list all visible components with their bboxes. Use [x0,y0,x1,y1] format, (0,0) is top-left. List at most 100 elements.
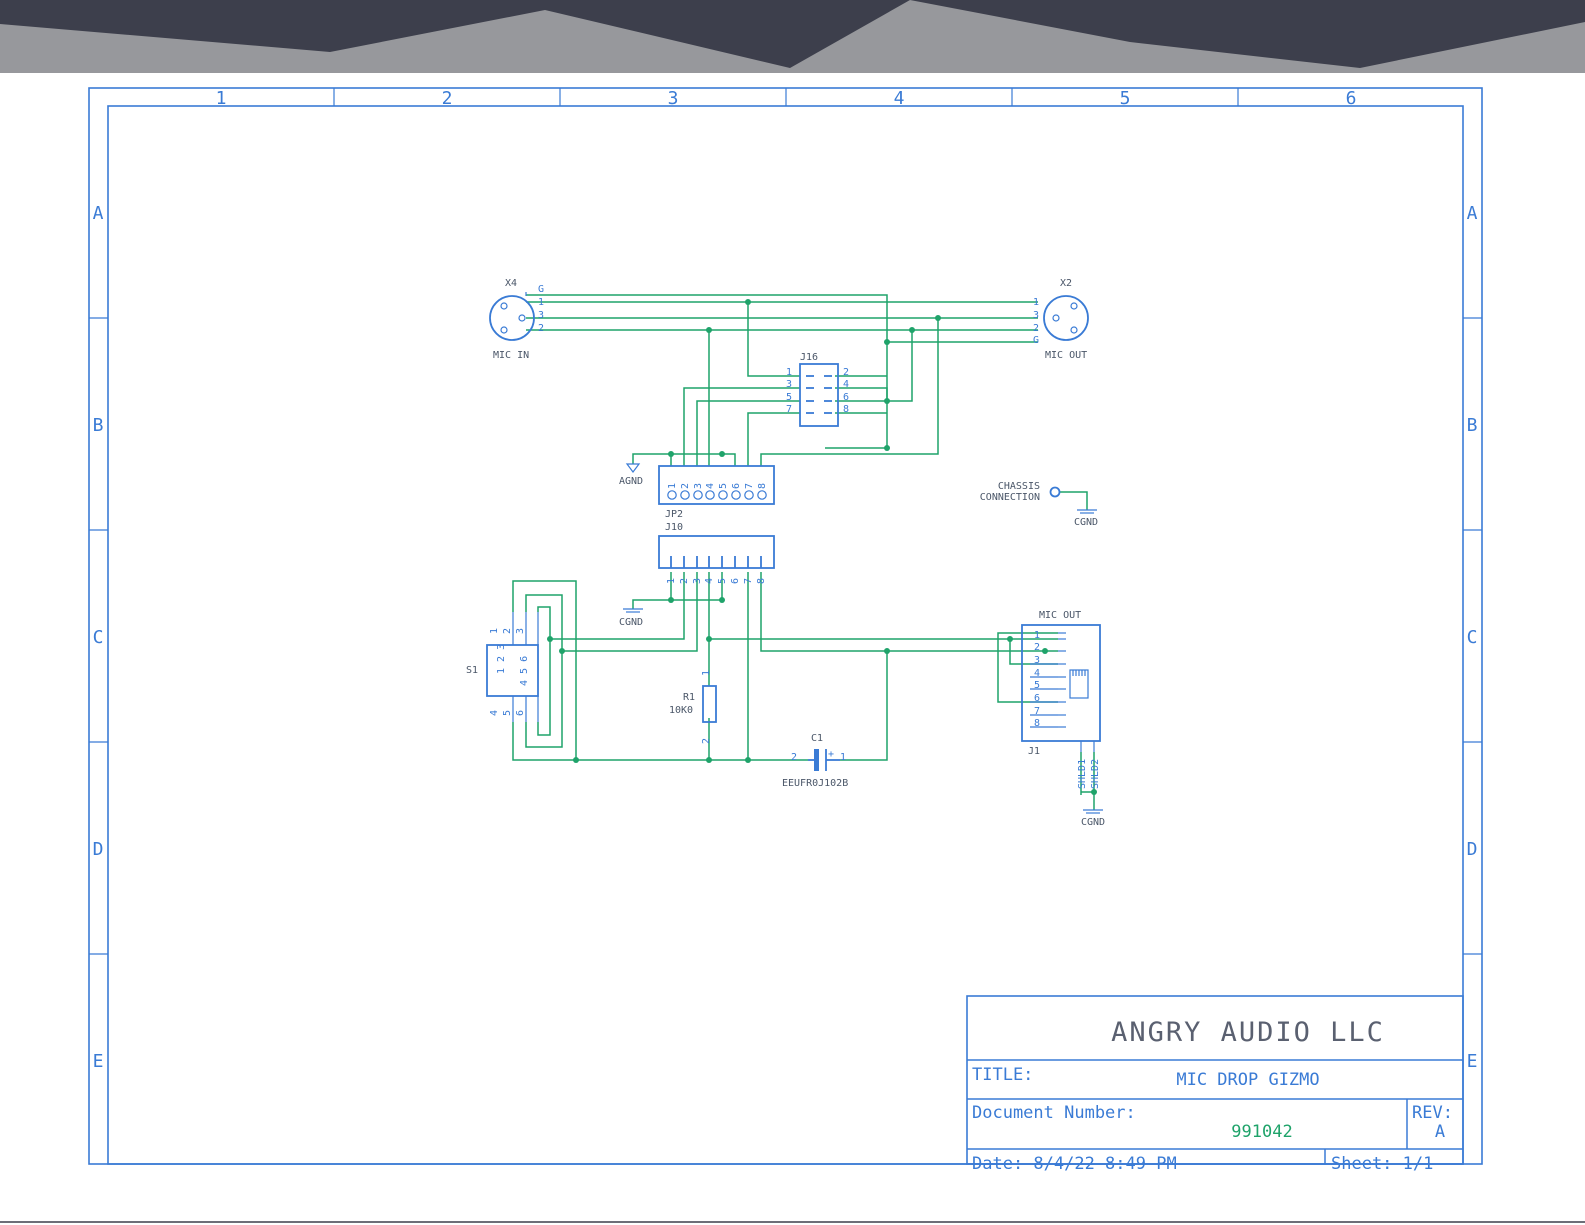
wires [512,294,1095,810]
s1-body-top: 1 2 3 [496,644,507,674]
row-label-d-right: D [1467,839,1478,860]
x4-pin-g: G [538,284,544,295]
j1-shield-1: SHLD1 [1077,759,1088,789]
column-label-5: 5 [1120,88,1131,109]
cgnd-label-j10: CGND [619,617,643,628]
j10-pin-3: 3 [692,578,703,584]
jp2-pin-8: 8 [757,483,768,489]
s1-pin-1: 1 [489,628,500,634]
j16-pin-5: 5 [786,392,792,403]
j1-name: MIC OUT [1039,610,1081,621]
c1-pin-2: 2 [791,752,797,763]
j1-pin-6: 6 [1034,693,1040,704]
jp2-pin-1: 1 [667,483,678,489]
row-label-c-right: C [1467,627,1478,648]
frame-row-labels: A B C D E A B C D E [93,203,1478,1072]
chassis-line2: CONNECTION [980,492,1040,503]
header-j16: J16 1 3 5 7 2 4 6 8 [786,352,849,427]
j16-pin-1: 1 [786,367,792,378]
j10-pin-6: 6 [730,578,741,584]
r1-pin-2: 2 [701,738,712,744]
title-value: MIC DROP GIZMO [1176,1070,1319,1090]
switch-s1: S1 1 2 3 1 2 3 4 5 6 4 5 6 [466,612,539,722]
title-label: TITLE: [972,1065,1033,1085]
x2-ref: X2 [1060,278,1072,289]
row-label-a-left: A [93,203,104,224]
j1-pin-2: 2 [1034,642,1040,653]
document-number-value: 991042 [1231,1122,1292,1142]
j10-pin-8: 8 [756,578,767,584]
row-label-e-right: E [1467,1051,1478,1072]
row-label-b-right: B [1467,415,1478,436]
sheet-text: Sheet: 1/1 [1331,1154,1433,1174]
agnd-label: AGND [619,476,643,487]
x2-pin-3: 3 [1033,310,1039,321]
j1-pin-4: 4 [1034,668,1040,679]
s1-pin-6: 6 [515,710,526,716]
row-label-e-left: E [93,1051,104,1072]
column-label-6: 6 [1346,88,1357,109]
j16-pin-8: 8 [843,404,849,415]
j10-pin-2: 2 [679,578,690,584]
j1-pin-1: 1 [1034,630,1040,641]
jp2-ref: JP2 [665,509,683,520]
header-jp2: 1 2 3 4 5 6 7 8 JP2 [658,465,775,520]
revision-label: REV: [1412,1103,1453,1123]
company-name: ANGRY AUDIO LLC [1111,1017,1385,1048]
r1-ref: R1 [683,692,695,703]
c1-pin-1: 1 [840,752,846,763]
j10-pin-7: 7 [743,578,754,584]
j10-pin-5: 5 [717,578,728,584]
row-label-d-left: D [93,839,104,860]
c1-ref: C1 [811,733,823,744]
jp2-pin-7: 7 [744,483,755,489]
x4-pin-3: 3 [538,310,544,321]
column-label-4: 4 [894,88,905,109]
agnd-symbol: AGND [619,463,643,487]
j16-ref: J16 [800,352,818,363]
header-banner [0,0,1585,73]
drawing-frame [88,87,1483,1165]
row-label-b-left: B [93,415,104,436]
revision-value: A [1435,1122,1445,1142]
x2-pin-g: G [1033,335,1039,346]
j1-pin-5: 5 [1034,680,1040,691]
rj45-j1: MIC OUT 1 2 3 4 5 6 7 8 J1 SHLD1 SHLD2 [1021,610,1101,789]
cgnd-label-j1: CGND [1081,817,1105,828]
column-label-1: 1 [216,88,227,109]
j1-shield-2: SHLD2 [1090,759,1101,789]
schematic-sheet: 1 2 3 4 5 6 A B C D E A B C D E X4 G 1 3… [0,0,1585,1223]
j1-pin-7: 7 [1034,706,1040,717]
x2-name: MIC OUT [1045,350,1087,361]
j1-ref: J1 [1028,746,1040,757]
j16-pin-6: 6 [843,392,849,403]
s1-pin-4: 4 [489,710,500,716]
document-number-label: Document Number: [972,1103,1136,1123]
j16-pin-4: 4 [843,379,849,390]
j10-pin-1: 1 [666,578,677,584]
s1-pin-5: 5 [502,710,513,716]
x2-pin-2: 2 [1033,323,1039,334]
j16-pin-7: 7 [786,404,792,415]
column-label-3: 3 [668,88,679,109]
cgnd-symbol-j1: CGND [1081,809,1105,828]
c1-part: EEUFR0J102B [782,778,848,789]
j16-pin-3: 3 [786,379,792,390]
x4-ref: X4 [505,278,517,289]
title-block: ANGRY AUDIO LLC TITLE: MIC DROP GIZMO Do… [966,995,1464,1174]
jp2-pin-3: 3 [693,483,704,489]
row-label-a-right: A [1467,203,1478,224]
junction-dots [547,299,1097,795]
j1-pin-8: 8 [1034,718,1040,729]
s1-body-bottom: 4 5 6 [519,656,530,686]
xlr-x2-mic-out: X2 1 3 2 G MIC OUT [1033,278,1089,361]
date-text: Date: 8/4/22 8:49 PM [972,1154,1177,1174]
cgnd-symbol-j10: CGND [619,608,643,628]
r1-pin-1: 1 [701,670,712,676]
j1-pin-3: 3 [1034,655,1040,666]
chassis-line1: CHASSIS [998,481,1040,492]
capacitor-c1: C1 2 + 1 EEUFR0J102B [782,733,848,789]
column-label-2: 2 [442,88,453,109]
x4-pin-2: 2 [538,323,544,334]
jp2-pin-2: 2 [680,483,691,489]
